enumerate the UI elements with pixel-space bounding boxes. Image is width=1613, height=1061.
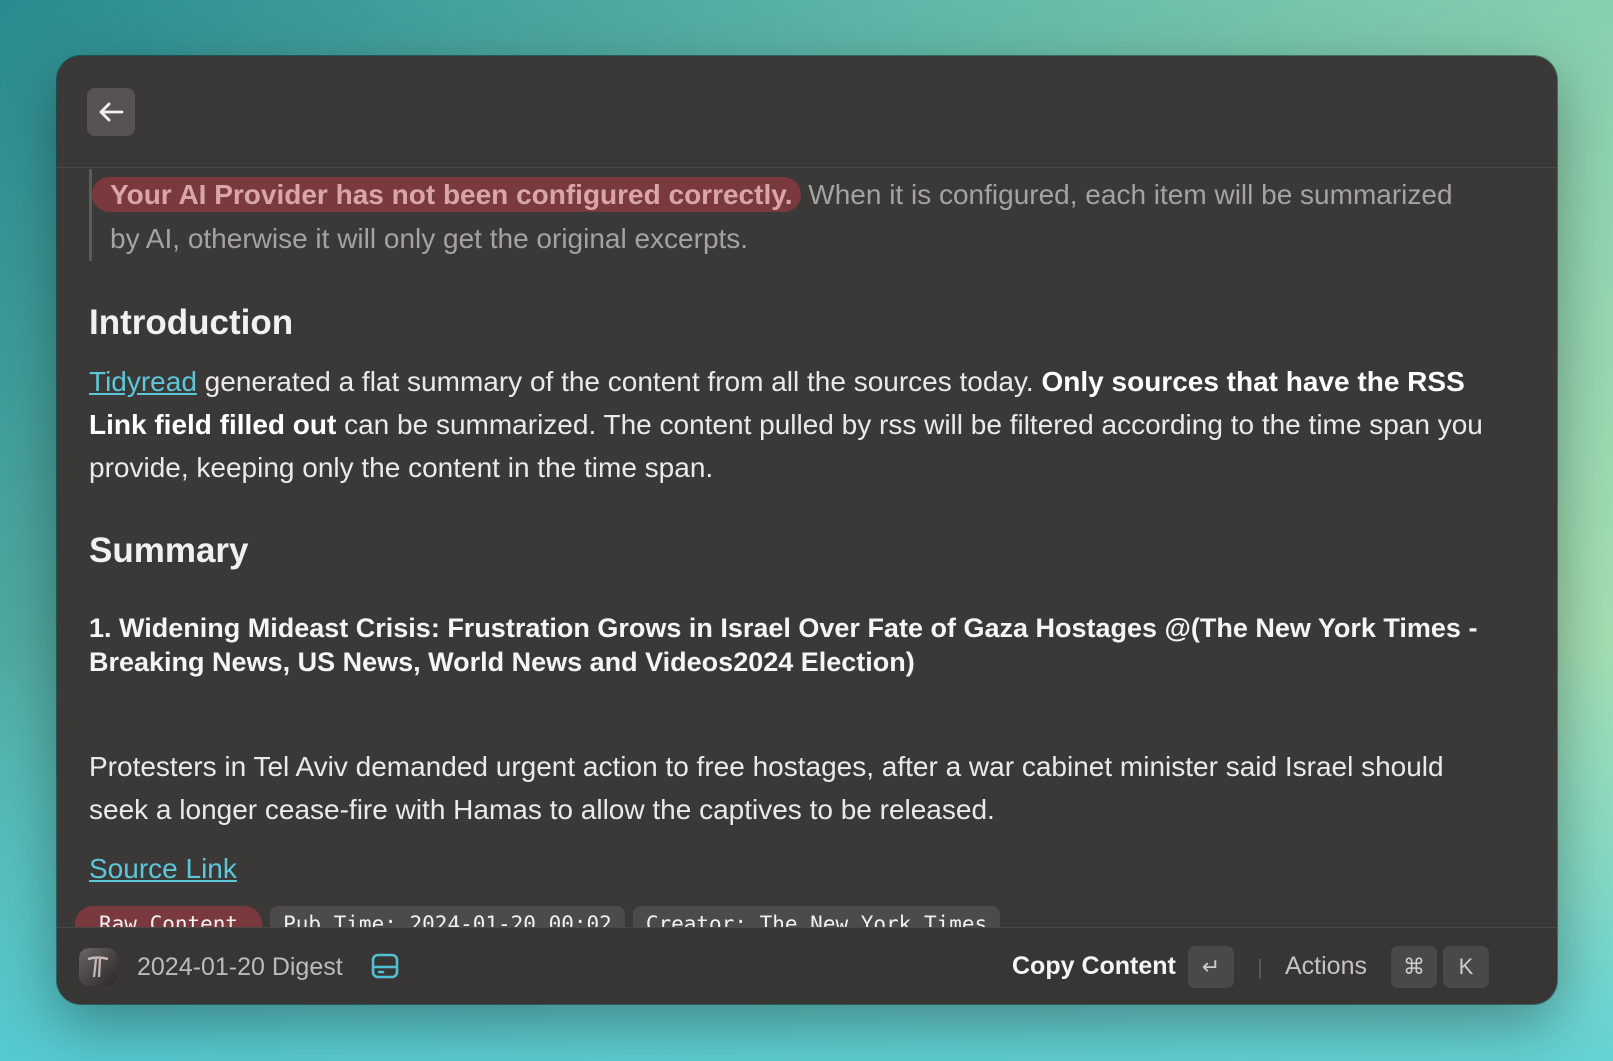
detail-content: Your AI Provider has not been configured… — [57, 169, 1557, 982]
source-link[interactable]: Source Link — [89, 853, 237, 884]
tidyread-link[interactable]: Tidyread — [89, 366, 197, 397]
tidyread-logo-icon — [87, 956, 109, 978]
raycast-window: Your AI Provider has not been configured… — [57, 56, 1557, 1004]
action-bar: 2024-01-20 Digest Copy Content ↵ Actions… — [57, 927, 1557, 1004]
k-key-hint: K — [1443, 946, 1489, 988]
introduction-paragraph: Tidyread generated a flat summary of the… — [89, 360, 1489, 489]
summary-item-text: Protesters in Tel Aviv demanded urgent a… — [89, 751, 1444, 825]
footer-divider — [1259, 959, 1261, 979]
summary-heading: Summary — [89, 531, 249, 570]
enter-key-hint: ↵ — [1188, 946, 1234, 988]
back-button[interactable] — [87, 88, 135, 136]
tidyread-app-icon — [79, 948, 117, 986]
top-bar — [57, 56, 1557, 168]
digest-title: 2024-01-20 Digest — [137, 953, 343, 981]
actions-button[interactable]: Actions — [1285, 952, 1367, 981]
config-warning-highlight: Your AI Provider has not been configured… — [92, 177, 801, 212]
config-warning-quote: Your AI Provider has not been configured… — [89, 169, 1489, 261]
arrow-left-icon — [99, 102, 124, 122]
introduction-heading: Introduction — [89, 303, 294, 342]
copy-content-button[interactable]: Copy Content — [1012, 952, 1176, 981]
command-key-hint: ⌘ — [1391, 946, 1437, 988]
summary-item-title: 1. Widening Mideast Crisis: Frustration … — [89, 613, 1478, 677]
source-link-row: Source Link — [89, 847, 1489, 890]
intro-text-1: generated a flat summary of the content … — [196, 366, 1042, 397]
storage-drive-icon[interactable] — [371, 952, 399, 985]
